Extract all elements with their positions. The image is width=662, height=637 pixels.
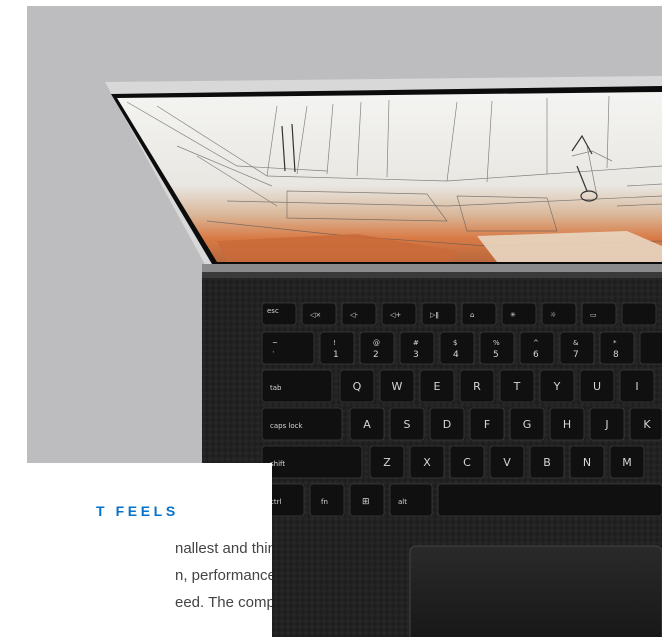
svg-text:6: 6 — [533, 350, 539, 360]
section-eyebrow: T FEELS — [96, 503, 179, 519]
svg-text:3: 3 — [413, 350, 419, 360]
svg-text:8: 8 — [613, 350, 619, 360]
svg-text:X: X — [423, 456, 431, 469]
svg-text:7: 7 — [573, 350, 579, 360]
svg-text:G: G — [523, 418, 532, 431]
svg-text:&: & — [573, 339, 579, 347]
svg-text:Q: Q — [353, 380, 362, 393]
svg-text:◁×: ◁× — [310, 311, 321, 319]
svg-text:⊞: ⊞ — [362, 497, 370, 507]
svg-text:D: D — [443, 418, 451, 431]
svg-text:U: U — [593, 380, 601, 393]
svg-text:☼: ☼ — [550, 311, 556, 319]
svg-text:`: ` — [272, 351, 276, 359]
svg-text:K: K — [643, 418, 651, 431]
svg-text:V: V — [503, 456, 511, 469]
svg-text:*: * — [613, 339, 617, 347]
svg-text:A: A — [363, 418, 371, 431]
svg-text:M: M — [622, 456, 632, 469]
svg-text:J: J — [604, 418, 608, 431]
svg-text:✳: ✳ — [510, 311, 516, 319]
svg-text:4: 4 — [453, 350, 459, 360]
svg-text:#: # — [413, 339, 419, 347]
svg-text:W: W — [392, 380, 403, 393]
svg-text:~: ~ — [272, 339, 278, 347]
body-text-line-2: n, performance has — [175, 567, 272, 584]
svg-text:^: ^ — [533, 339, 539, 347]
svg-text:caps lock: caps lock — [270, 422, 304, 430]
svg-text:N: N — [583, 456, 591, 469]
svg-text:tab: tab — [270, 384, 282, 392]
text-card: T FEELS nallest and thinnest n, performa… — [0, 463, 272, 637]
svg-text:B: B — [543, 456, 551, 469]
svg-text:!: ! — [333, 339, 336, 347]
svg-text:5: 5 — [493, 350, 499, 360]
svg-text:▷ǁ: ▷ǁ — [430, 311, 439, 319]
svg-text:R: R — [473, 380, 481, 393]
key-esc: esc — [267, 307, 279, 315]
svg-text:1: 1 — [333, 350, 339, 360]
svg-text:◁-: ◁- — [350, 311, 358, 319]
svg-text:T: T — [513, 380, 521, 393]
svg-text:I: I — [635, 380, 638, 393]
svg-text:shift: shift — [270, 460, 285, 468]
svg-text:S: S — [404, 418, 411, 431]
svg-text:fn: fn — [321, 498, 328, 506]
svg-text:⌂: ⌂ — [470, 311, 474, 319]
svg-text:2: 2 — [373, 350, 379, 360]
body-text-line-1: nallest and thinnest — [175, 540, 272, 557]
body-text-line-3: eed. The compact — [175, 594, 272, 611]
svg-text:%: % — [493, 339, 500, 347]
svg-text:C: C — [463, 456, 471, 469]
svg-text:@: @ — [373, 339, 380, 347]
svg-text:◁+: ◁+ — [390, 311, 401, 319]
svg-text:H: H — [563, 418, 571, 431]
svg-text:E: E — [434, 380, 441, 393]
svg-text:$: $ — [453, 339, 457, 347]
svg-text:alt: alt — [398, 498, 407, 506]
svg-text:Z: Z — [383, 456, 391, 469]
svg-text:▭: ▭ — [590, 311, 597, 319]
svg-text:F: F — [484, 418, 490, 431]
svg-text:Y: Y — [553, 380, 561, 393]
